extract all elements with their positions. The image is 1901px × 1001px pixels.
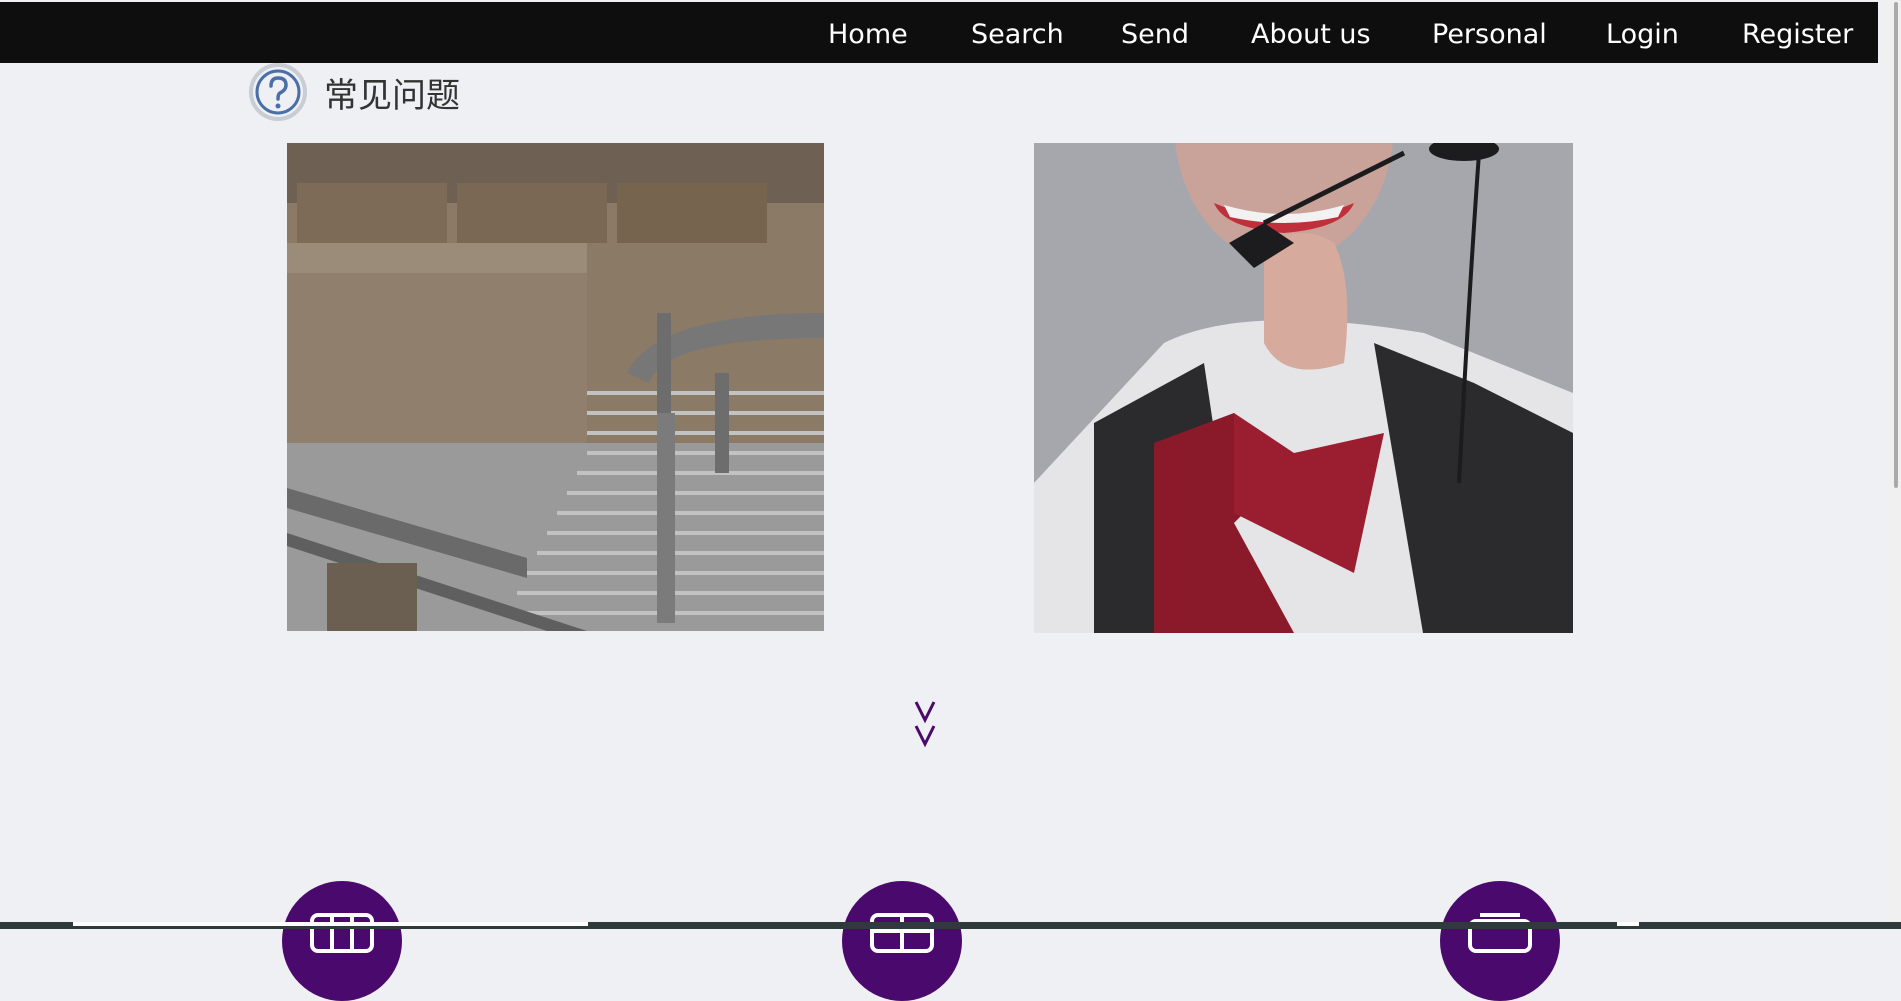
nav-search-link[interactable]: Search [971, 2, 1064, 63]
nav-personal-link[interactable]: Personal [1432, 2, 1547, 63]
feature-icon-1[interactable] [282, 881, 402, 1001]
horizontal-scrollbar-end [1617, 922, 1639, 926]
customer-service-agent-image[interactable] [1034, 143, 1573, 633]
question-circle-icon [246, 60, 310, 124]
nav-login-link[interactable]: Login [1606, 2, 1679, 63]
nav-about-link[interactable]: About us [1251, 2, 1371, 63]
faq-title: 常见问题 [324, 76, 460, 116]
vertical-scrollbar-thumb[interactable] [1894, 2, 1898, 488]
nav-register-link[interactable]: Register [1742, 2, 1853, 63]
nav-home-link[interactable]: Home [828, 2, 908, 63]
feature-icon-2[interactable] [842, 881, 962, 1001]
top-navbar: Home Search Send About us Personal Login… [0, 2, 1878, 63]
feature-icon-3[interactable] [1440, 881, 1560, 1001]
double-chevron-down-icon[interactable] [910, 698, 940, 750]
horizontal-scrollbar-thumb[interactable] [73, 922, 588, 926]
warehouse-conveyor-image[interactable] [287, 143, 824, 631]
nav-send-link[interactable]: Send [1121, 2, 1189, 63]
